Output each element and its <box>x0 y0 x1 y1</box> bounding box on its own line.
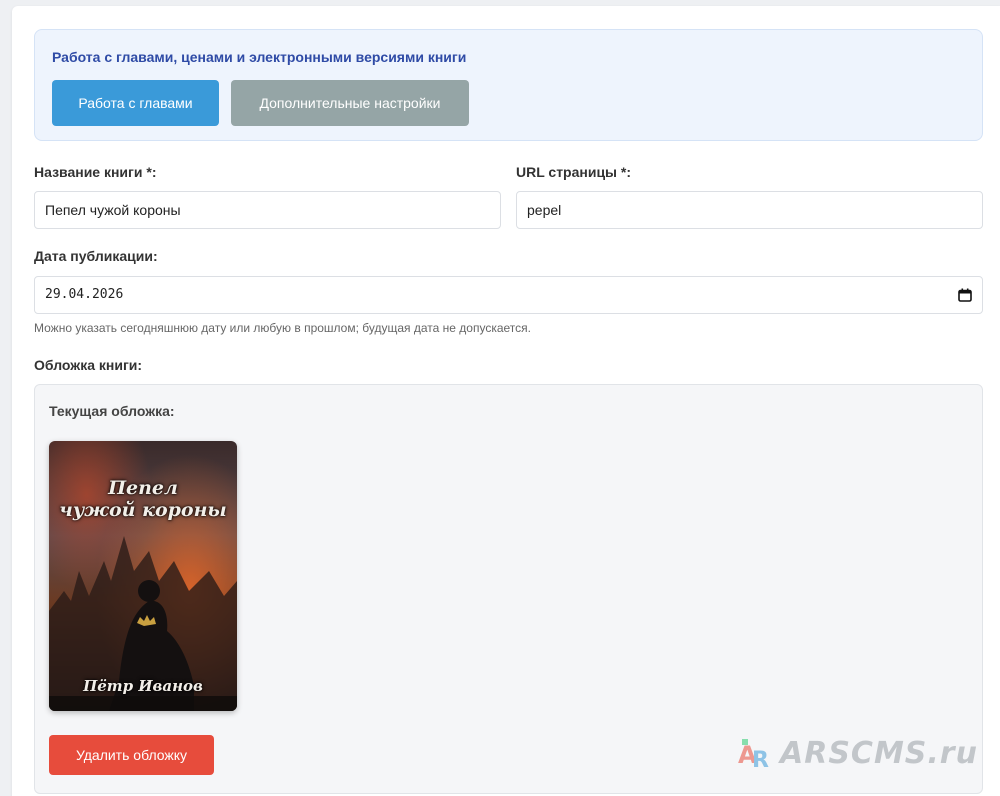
watermark: A R ARSCMS.ru <box>738 733 978 773</box>
svg-text:R: R <box>752 748 769 771</box>
publish-date-hint: Можно указать сегодняшнюю дату или любую… <box>34 321 531 335</box>
current-cover-label: Текущая обложка: <box>49 403 175 419</box>
chapters-button[interactable]: Работа с главами <box>52 80 219 126</box>
publish-date-input[interactable]: 29.04.2026 <box>34 276 983 314</box>
publish-date-value: 29.04.2026 <box>45 287 124 302</box>
cover-image-title: Пепел чужой короны <box>49 477 237 521</box>
url-label: URL страницы *: <box>516 164 632 180</box>
advanced-settings-button[interactable]: Дополнительные настройки <box>231 80 469 126</box>
cover-label: Обложка книги: <box>34 357 143 373</box>
cover-title-line2: чужой короны <box>59 499 227 521</box>
delete-cover-button[interactable]: Удалить обложку <box>49 735 214 775</box>
cover-image: Пепел чужой короны Пётр Иванов <box>49 441 237 711</box>
book-title-label: Название книги *: <box>34 164 157 180</box>
book-tools-panel: Работа с главами, ценами и электронными … <box>34 29 983 141</box>
calendar-icon[interactable] <box>958 288 972 302</box>
cover-title-line1: Пепел <box>108 477 178 499</box>
watermark-text: ARSCMS.ru <box>780 735 978 771</box>
book-tools-title: Работа с главами, ценами и электронными … <box>52 49 467 65</box>
book-title-input[interactable]: Пепел чужой короны <box>34 191 501 229</box>
cover-image-author: Пётр Иванов <box>83 677 203 695</box>
ar-logo-icon: A R <box>738 739 769 771</box>
publish-date-label: Дата публикации: <box>34 248 158 264</box>
url-input[interactable]: pepel <box>516 191 983 229</box>
